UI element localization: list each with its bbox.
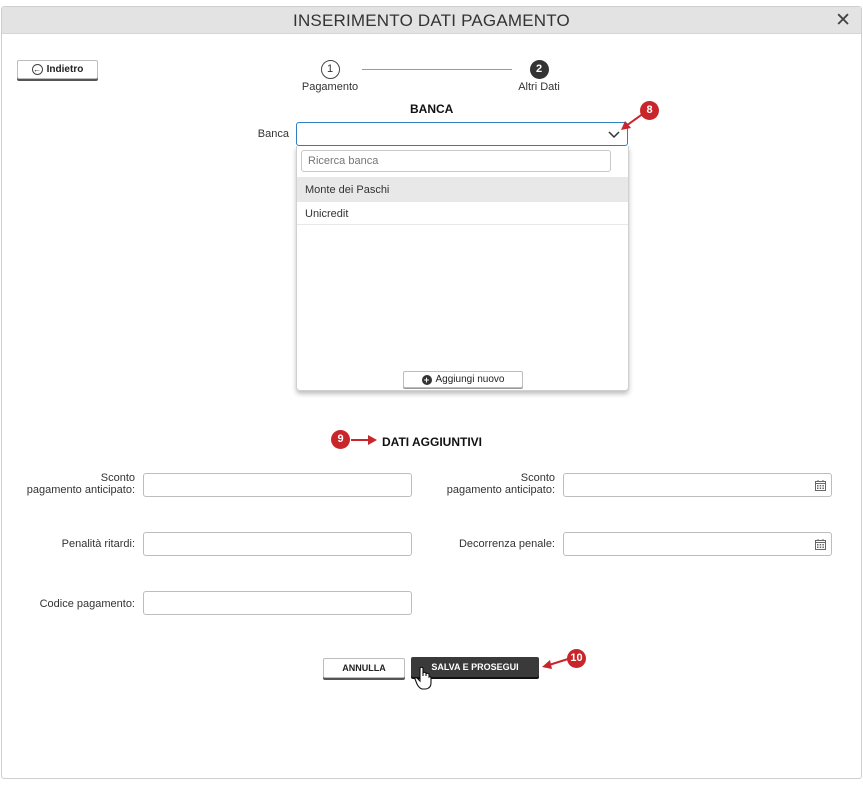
cancel-button[interactable]: ANNULLA xyxy=(323,658,405,678)
step-label: Altri Dati xyxy=(518,81,560,93)
dropdown-option-unicredit[interactable]: Unicredit xyxy=(297,201,628,225)
sconto-right-label: Sconto pagamento anticipato: xyxy=(440,472,555,496)
banca-label: Banca xyxy=(257,128,289,140)
annotation-marker-9: 9 xyxy=(331,430,350,449)
step-label: Pagamento xyxy=(301,81,359,93)
penalita-input[interactable] xyxy=(143,532,412,556)
banca-dropdown: Monte dei Paschi Unicredit + Aggiungi nu… xyxy=(296,146,629,391)
banca-search-input[interactable] xyxy=(301,150,611,172)
penalita-label: Penalità ritardi: xyxy=(61,538,135,550)
step-number: 1 xyxy=(320,60,340,79)
stepper-connector xyxy=(362,69,512,70)
hand-cursor-icon xyxy=(414,666,432,690)
dati-aggiuntivi-title: DATI AGGIUNTIVI xyxy=(382,435,482,449)
add-new-button[interactable]: + Aggiungi nuovo xyxy=(403,371,523,388)
label-line: Sconto xyxy=(100,472,135,484)
add-new-label: Aggiungi nuovo xyxy=(435,374,505,385)
back-button[interactable]: ← Indietro xyxy=(17,60,98,79)
dialog-title: INSERIMENTO DATI PAGAMENTO xyxy=(293,11,570,30)
codice-pagamento-label: Codice pagamento: xyxy=(39,598,135,610)
calendar-icon[interactable] xyxy=(815,480,826,491)
banca-section-title: BANCA xyxy=(410,102,454,116)
label-line: pagamento anticipato: xyxy=(26,484,135,496)
dialog-titlebar: INSERIMENTO DATI PAGAMENTO ✕ xyxy=(2,7,861,34)
label-line: Sconto xyxy=(520,472,555,484)
close-icon[interactable]: ✕ xyxy=(835,9,851,32)
sconto-left-input[interactable] xyxy=(143,473,412,497)
arrow-left-circle-icon: ← xyxy=(31,64,43,75)
step-altri-dati[interactable]: 2 Altri Dati xyxy=(508,60,570,93)
sconto-right-date-input[interactable] xyxy=(563,473,832,497)
step-pagamento[interactable]: 1 Pagamento xyxy=(298,60,362,93)
codice-pagamento-input[interactable] xyxy=(143,591,412,615)
annotation-arrow-icon xyxy=(542,658,569,669)
annotation-arrow-icon xyxy=(351,435,377,445)
step-number: 2 xyxy=(529,60,549,79)
banca-select[interactable] xyxy=(296,122,628,146)
decorrenza-date-input[interactable] xyxy=(563,532,832,556)
sconto-left-label: Sconto pagamento anticipato: xyxy=(20,472,135,496)
dropdown-option-monte-dei-paschi[interactable]: Monte dei Paschi xyxy=(297,177,628,201)
decorrenza-label: Decorrenza penale: xyxy=(458,538,555,550)
annotation-arrow-icon xyxy=(621,112,645,130)
calendar-icon[interactable] xyxy=(815,539,826,550)
back-button-label: Indietro xyxy=(46,64,84,75)
label-line: pagamento anticipato: xyxy=(446,484,555,496)
plus-circle-icon: + xyxy=(421,374,432,385)
